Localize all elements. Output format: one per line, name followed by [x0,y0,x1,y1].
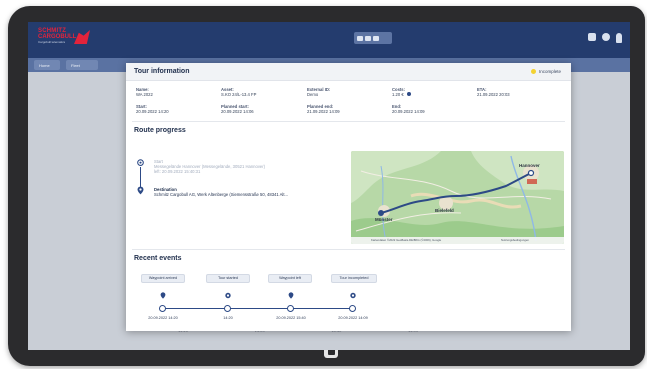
tablet-mockup: SCHMITZ CARGOBULL Cargobull telematics H… [0,0,647,369]
event-label: Tour incompleted [331,274,377,283]
tablet-frame: SCHMITZ CARGOBULL Cargobull telematics H… [8,6,645,366]
settings-icon[interactable] [602,33,610,41]
tour-start-icon [225,292,231,299]
field-name: Name: WA 2022 [136,87,153,97]
app-screen: SCHMITZ CARGOBULL Cargobull telematics H… [28,22,630,350]
status-dot-icon [530,69,536,74]
event-label: Waypoint arrived [141,274,185,283]
chevron-down-icon [373,35,379,41]
event-time: 20.09.2022 14:09 [338,316,368,320]
divider [132,121,565,122]
tab-home[interactable]: Home [34,60,60,70]
list-icon [365,35,371,41]
map-city-label: Münster [375,217,393,222]
header-actions [588,33,622,43]
field-end: End: 20.09.2022 14:09 [392,104,425,114]
grid-icon [357,35,363,41]
tour-incomplete-icon [350,292,356,299]
tour-information-dialog: Tour information Incomplete Name: WA 2022… [126,63,571,331]
start-waypoint: Start Messegelände Hannover (Messegeländ… [154,159,266,174]
timeline-node[interactable] [224,305,231,312]
event-time: 20.09.2022 15:40 [276,316,306,320]
recent-events-title: Recent events [134,255,182,262]
route-waypoints: Start Messegelände Hannover (Messegeländ… [134,159,346,249]
status-badge: Incomplete [530,69,561,74]
event-time: 14:20 [223,316,233,320]
field-asset: Asset: S.KO 24/L-13.4 FP [221,87,257,97]
app-header: SCHMITZ CARGOBULL Cargobull telematics [28,22,630,58]
timeline-node[interactable] [159,305,166,312]
tab-fleet[interactable]: Fleet [66,60,98,70]
dialog-header: Tour information Incomplete [126,63,571,81]
user-icon[interactable] [616,33,622,43]
brand-logo[interactable]: SCHMITZ CARGOBULL Cargobull telematics [38,28,96,50]
event-time: 20.09.2022 14:20 [148,316,178,320]
event-label: Waypoint left [268,274,312,283]
field-planned-start: Planned start: 20.09.2022 14:06 [221,104,254,114]
timeline-node[interactable] [349,305,356,312]
field-start: Start: 20.09.2022 14:20 [136,104,169,114]
route-progress-title: Route progress [134,127,186,134]
waypoint-pin-icon [160,292,166,299]
map-marker-icon[interactable] [378,210,384,216]
divider [132,249,565,250]
destination-pin-icon [137,186,144,195]
timeline-axis [162,308,350,309]
timeline-node[interactable] [287,305,294,312]
field-eta: ETA: 21.09.2022 20:03 [477,87,510,97]
view-switcher[interactable] [354,32,392,44]
destination-waypoint: Destination Schmitz Cargobull AG, Werk A… [154,187,288,197]
map-attribution: Kartendaten ©2022 GeoBasis-DE/BKG (©2009… [371,238,442,242]
map-terms-link[interactable]: Nutzungsbedingungen [501,238,529,242]
map-city-label: Hannover [519,163,540,168]
waypoint-pin-icon [288,292,294,299]
dialog-title: Tour information [134,68,190,75]
start-pin-icon [137,159,144,166]
events-timeline: Waypoint arrived Tour started Waypoint l… [138,274,377,329]
event-label: Tour started [206,274,250,283]
map-city-label: Bielefeld [435,208,454,213]
info-icon[interactable] [406,92,411,96]
field-planned-end: Planned end: 21.09.2022 14:09 [307,104,340,114]
field-external-id: External ID: Demo [307,87,331,97]
route-map[interactable]: Hannover Bielefeld Münster Kartendaten ©… [351,151,564,244]
mail-icon[interactable] [588,33,596,41]
field-costs: Costs: 1.20 € [392,87,411,97]
